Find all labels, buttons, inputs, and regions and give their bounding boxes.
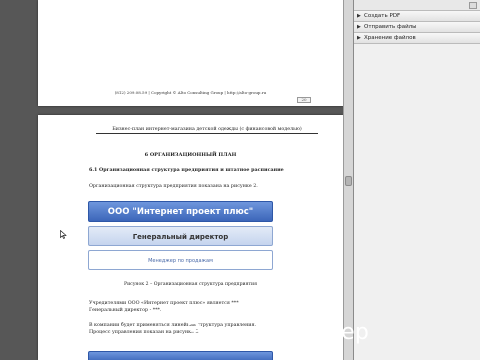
- paragraph-line: Процесс управления показан на рисунке 3: [89, 330, 199, 335]
- panel-item-label: Хранение файлов: [364, 35, 416, 41]
- page-footer: (812) 209.08.59 | Copyright © Alto Consu…: [114, 90, 267, 95]
- panel-item-label: Создать PDF: [364, 13, 401, 19]
- document-viewer[interactable]: (812) 209.08.59 | Copyright © Alto Consu…: [0, 0, 353, 360]
- author-watermark: Эдуард Видлер: [187, 320, 370, 345]
- page-header: Бизнес-план интернет-магазина детской од…: [96, 127, 318, 134]
- panel-item-label: Отправить файлы: [364, 24, 417, 30]
- triangle-right-icon: ▶: [357, 24, 361, 30]
- paragraph-line: Генеральный директор - ***.: [89, 308, 162, 313]
- pdf-page-previous: (812) 209.08.59 | Copyright © Alto Consu…: [38, 0, 343, 106]
- org-chart-director-box: Генеральный директор: [88, 226, 273, 246]
- org-chart-next-figure-box: [88, 351, 273, 360]
- org-chart-company-box: ООО "Интернет проект плюс": [88, 201, 273, 222]
- panel-item-send-files[interactable]: ▶ Отправить файлы: [354, 22, 480, 33]
- panel-item-create-pdf[interactable]: ▶ Создать PDF: [354, 11, 480, 22]
- panel-options-icon[interactable]: [469, 2, 477, 9]
- tools-panel: ▶ Создать PDF ▶ Отправить файлы ▶ Хранен…: [353, 0, 480, 360]
- triangle-right-icon: ▶: [357, 35, 361, 41]
- paragraph-line: Учредителями ООО «Интернет проект плюс» …: [89, 301, 239, 306]
- mouse-cursor-icon: [60, 230, 67, 239]
- org-chart-manager-box: Менеджер по продажам: [88, 250, 273, 270]
- triangle-right-icon: ▶: [357, 13, 361, 19]
- intro-paragraph: Организационная структура предприятия по…: [89, 184, 258, 189]
- scrollbar-thumb[interactable]: [345, 176, 352, 186]
- panel-item-store-files[interactable]: ▶ Хранение файлов: [354, 33, 480, 44]
- panel-header: [354, 0, 480, 11]
- section-title: 6 ОРГАНИЗАЦИОННЫЙ ПЛАН: [144, 152, 237, 158]
- subsection-title: 6.1 Организационная структура предприяти…: [89, 167, 284, 173]
- page-number-box[interactable]: 20: [297, 97, 311, 103]
- vertical-scrollbar[interactable]: [343, 0, 353, 360]
- figure-caption: Рисунок 2 – Организационная структура пр…: [124, 282, 257, 287]
